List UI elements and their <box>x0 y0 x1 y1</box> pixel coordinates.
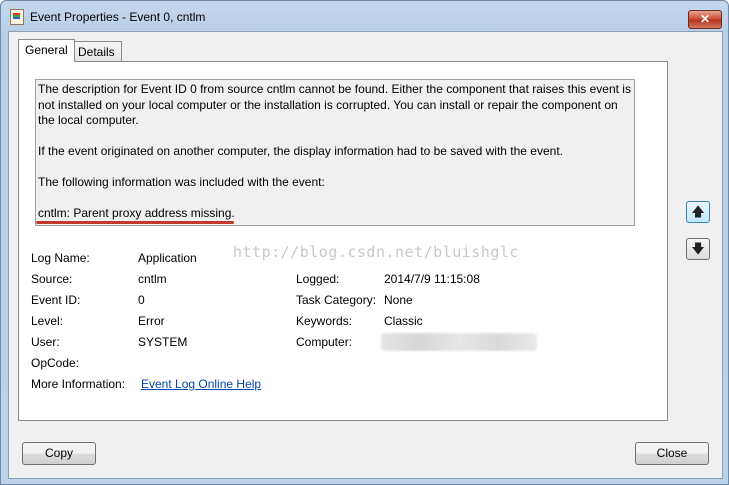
logged-value: 2014/7/9 11:15:08 <box>384 272 480 286</box>
previous-event-button[interactable]: 🡅 <box>686 201 710 223</box>
description-paragraph-1: The description for Event ID 0 from sour… <box>38 82 631 127</box>
next-event-button[interactable]: 🡇 <box>686 238 710 260</box>
event-properties-window: Event Properties - Event 0, cntlm ✕ Gene… <box>0 0 729 485</box>
logged-label: Logged: <box>296 272 340 286</box>
log-name-label: Log Name: <box>31 251 90 265</box>
source-value: cntlm <box>138 272 167 286</box>
source-label: Source: <box>31 272 73 286</box>
general-tab-panel: The description for Event ID 0 from sour… <box>18 61 668 421</box>
tab-details[interactable]: Details <box>71 41 122 62</box>
description-paragraph-2: If the event originated on another compu… <box>38 144 563 158</box>
user-value: SYSTEM <box>138 335 188 349</box>
level-label: Level: <box>31 314 64 328</box>
description-paragraph-4: cntlm: Parent proxy address missing. <box>38 206 235 220</box>
event-description-box[interactable]: The description for Event ID 0 from sour… <box>35 79 635 226</box>
arrow-down-icon: 🡇 <box>691 241 705 256</box>
opcode-label: OpCode: <box>31 356 80 370</box>
arrow-up-icon: 🡅 <box>691 204 705 219</box>
log-name-value: Application <box>138 251 197 265</box>
description-paragraph-3: The following information was included w… <box>38 175 325 189</box>
task-category-value: None <box>384 293 413 307</box>
red-underline-annotation <box>36 221 234 224</box>
user-label: User: <box>31 335 60 349</box>
event-log-online-help-link[interactable]: Event Log Online Help <box>141 377 261 391</box>
keywords-label: Keywords: <box>296 314 353 328</box>
keywords-value: Classic <box>384 314 423 328</box>
title-bar[interactable]: Event Properties - Event 0, cntlm ✕ <box>1 1 728 31</box>
task-category-label: Task Category: <box>296 293 377 307</box>
window-close-button[interactable]: ✕ <box>688 10 722 29</box>
tab-general[interactable]: General <box>18 39 75 62</box>
close-button[interactable]: Close <box>635 442 709 465</box>
event-id-label: Event ID: <box>31 293 81 307</box>
event-viewer-icon <box>10 9 24 25</box>
computer-value-redacted <box>381 333 537 351</box>
watermark-text: http://blog.csdn.net/bluishglc <box>233 243 519 261</box>
computer-label: Computer: <box>296 335 353 349</box>
more-information-label: More Information: <box>31 377 126 391</box>
event-id-value: 0 <box>138 293 145 307</box>
window-title: Event Properties - Event 0, cntlm <box>30 10 206 24</box>
copy-button[interactable]: Copy <box>22 442 96 465</box>
level-value: Error <box>138 314 165 328</box>
dialog-body: General Details The description for Even… <box>8 31 723 479</box>
